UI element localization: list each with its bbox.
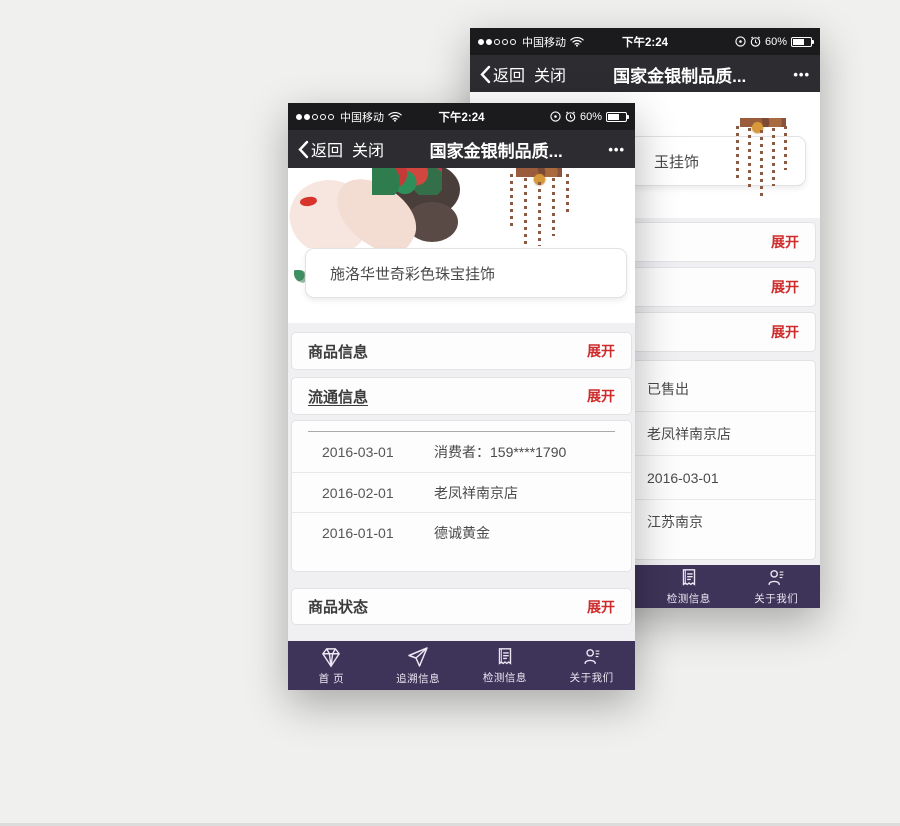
expand-button[interactable]: 展开 — [587, 386, 615, 406]
section-label: 商品信息 — [308, 341, 368, 362]
section-row-product-info[interactable]: 商品信息 展开 — [291, 332, 632, 370]
close-button[interactable]: 关闭 — [534, 62, 566, 86]
row-date: 2016-01-01 — [322, 525, 434, 541]
row-date: 2016-03-01 — [322, 444, 434, 460]
rotation-lock-icon — [735, 36, 746, 47]
tab-about[interactable]: 关于我们 — [548, 646, 635, 685]
close-button[interactable]: 关闭 — [352, 137, 384, 161]
battery-percent: 60% — [580, 111, 602, 123]
nav-title: 国家金银制品质... — [393, 137, 599, 162]
circulation-table: 2016-03-01 消费者：159****1790 2016-02-01 老凤… — [291, 420, 632, 572]
product-name: 施洛华世奇彩色珠宝挂饰 — [330, 263, 495, 284]
section-label: 流通信息 — [308, 386, 368, 407]
more-menu-button[interactable]: ••• — [793, 67, 810, 82]
back-chevron-icon — [480, 65, 491, 84]
model-photo — [288, 168, 468, 248]
receipt-icon — [678, 567, 700, 589]
front-phone-screenshot: 中国移动 下午2:24 60% 返回 关闭 国家金银制品质... ••• — [288, 103, 635, 690]
status-bar: 中国移动 下午2:24 60% — [470, 28, 820, 55]
product-name-card[interactable]: 施洛华世奇彩色珠宝挂饰 — [305, 248, 627, 298]
battery-percent: 60% — [765, 36, 787, 48]
back-chevron-icon — [298, 140, 309, 159]
alarm-icon — [750, 36, 761, 47]
nav-bar: 返回 关闭 国家金银制品质... ••• — [470, 55, 820, 93]
battery-icon — [606, 112, 627, 122]
tab-trace[interactable]: 追溯信息 — [375, 645, 462, 686]
expand-button[interactable]: 展开 — [771, 322, 799, 342]
hair-flowers — [372, 168, 442, 195]
expand-button[interactable]: 展开 — [771, 232, 799, 252]
expand-button[interactable]: 展开 — [587, 341, 615, 361]
section-label: 商品状态 — [308, 596, 368, 617]
expand-button[interactable]: 展开 — [771, 277, 799, 297]
battery-icon — [791, 37, 812, 47]
tab-inspection[interactable]: 检测信息 — [462, 646, 549, 685]
status-bar: 中国移动 下午2:24 60% — [288, 103, 635, 130]
product-photo-band: 施洛华世奇彩色珠宝挂饰 — [288, 168, 635, 323]
back-button[interactable]: 返回 — [480, 62, 525, 86]
back-button[interactable]: 返回 — [298, 137, 343, 161]
row-value: 老凤祥南京店 — [434, 483, 518, 503]
table-row: 2016-01-01 德诚黄金 — [292, 512, 631, 552]
receipt-icon — [494, 646, 516, 668]
diamond-icon — [318, 645, 344, 669]
rotation-lock-icon — [550, 111, 561, 122]
row-date: 2016-02-01 — [322, 485, 434, 501]
jewelry-pendant — [722, 118, 806, 190]
section-row-product-status[interactable]: 商品状态 展开 — [291, 588, 632, 625]
section-row-circulation-info[interactable]: 流通信息 展开 — [291, 377, 632, 415]
product-photo — [288, 168, 635, 248]
row-value: 德诚黄金 — [434, 523, 490, 543]
table-row: 2016-03-01 消费者：159****1790 — [292, 432, 631, 472]
expand-button[interactable]: 展开 — [587, 597, 615, 617]
row-value: 消费者：159****1790 — [434, 442, 566, 462]
more-menu-button[interactable]: ••• — [608, 142, 625, 157]
alarm-icon — [565, 111, 576, 122]
nav-title: 国家金银制品质... — [575, 62, 784, 87]
tab-bar: 首 页 追溯信息 检测信息 关于我们 — [288, 641, 635, 690]
person-icon — [581, 646, 603, 668]
person-icon — [765, 567, 787, 589]
tab-home[interactable]: 首 页 — [288, 645, 375, 686]
product-name-partial: 玉挂饰 — [654, 151, 699, 172]
jewelry-pendant — [498, 168, 593, 248]
tab-about[interactable]: 关于我们 — [733, 567, 821, 606]
nav-bar: 返回 关闭 国家金银制品质... ••• — [288, 130, 635, 168]
table-row: 2016-02-01 老凤祥南京店 — [292, 472, 631, 512]
tab-inspection[interactable]: 检测信息 — [645, 567, 733, 606]
paper-plane-icon — [406, 645, 430, 669]
